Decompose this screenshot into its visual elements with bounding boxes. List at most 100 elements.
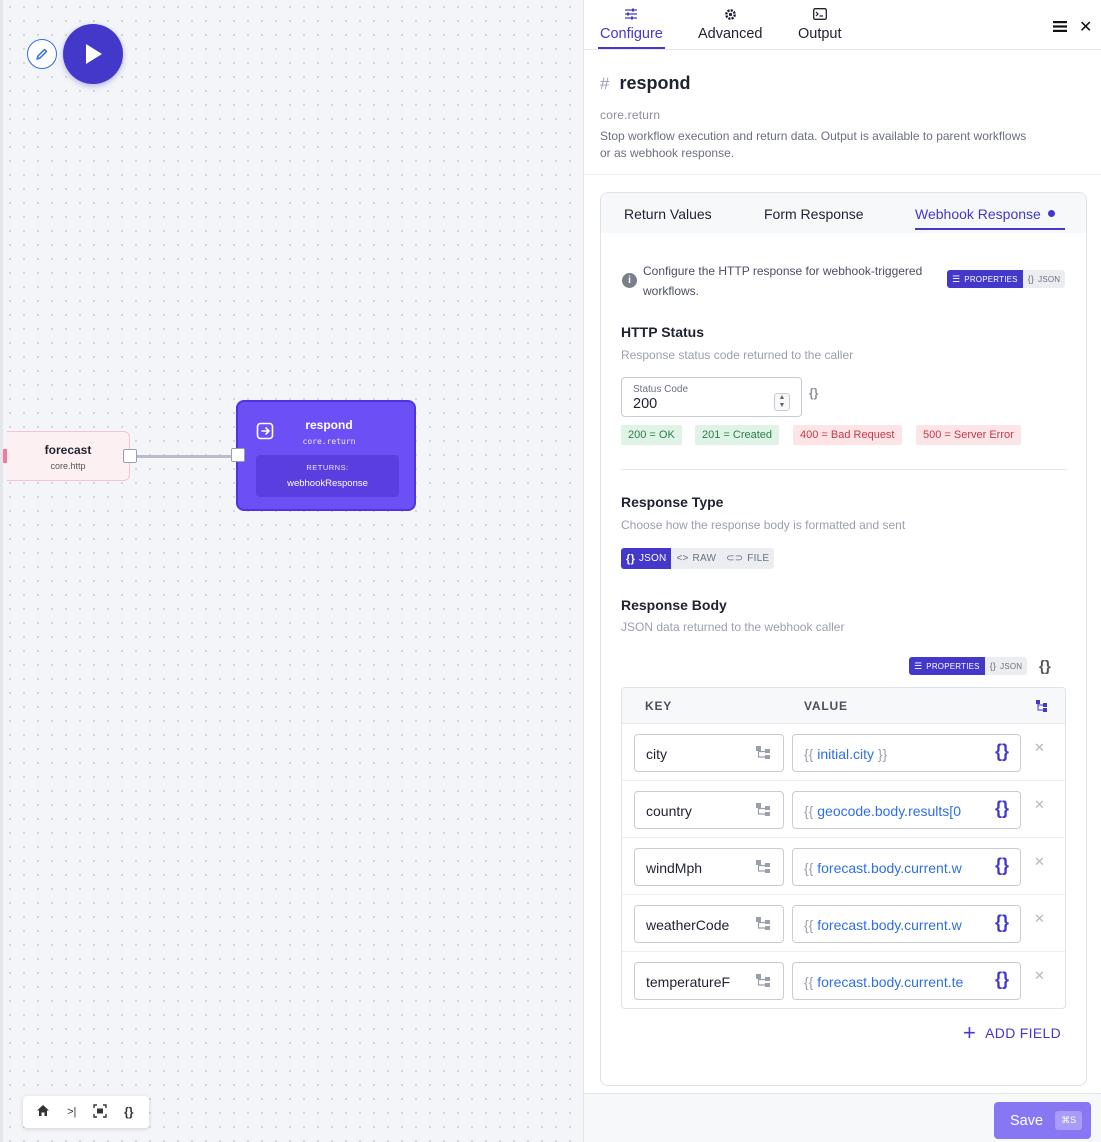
run-workflow-button[interactable]	[63, 24, 123, 84]
fit-view-icon[interactable]	[89, 1103, 111, 1121]
value-input[interactable]: {{ geocode.body.results[0 {}	[792, 791, 1021, 829]
code-icon[interactable]: {}	[118, 1105, 140, 1119]
remove-field-button[interactable]: ✕	[1034, 797, 1045, 813]
collapse-icon[interactable]: >|	[61, 1106, 83, 1118]
workflow-canvas[interactable]: forecast core.http respond core.return R…	[0, 0, 583, 1142]
remove-field-button[interactable]: ✕	[1034, 740, 1045, 756]
key-input[interactable]: country	[634, 791, 784, 829]
tree-icon[interactable]	[756, 917, 771, 930]
active-dot	[1047, 210, 1055, 217]
status-chip-500[interactable]: 500 = Server Error	[916, 425, 1021, 445]
returns-box: RETURNS: webhookResponse	[256, 455, 399, 497]
menu-icon[interactable]	[1053, 21, 1067, 32]
expression-toggle-icon[interactable]: {}	[809, 386, 818, 400]
braces-icon[interactable]: {}	[992, 855, 1009, 876]
code-icon: <>	[676, 553, 689, 564]
output-port[interactable]	[123, 449, 137, 463]
type-file-button[interactable]: ⊂⊃ FILE	[721, 548, 775, 569]
tree-icon[interactable]	[756, 746, 771, 759]
key-input[interactable]: weatherCode	[634, 905, 784, 943]
section-subtitle: Response status code returned to the cal…	[621, 348, 854, 362]
type-raw-button[interactable]: <> RAW	[671, 548, 722, 569]
returns-value: webhookResponse	[287, 478, 368, 489]
add-field-label: ADD FIELD	[985, 1025, 1061, 1041]
play-icon	[86, 44, 102, 64]
field-label: Status Code	[633, 384, 689, 395]
value-text: {{ initial.city }}	[804, 746, 888, 762]
save-button[interactable]: Save ⌘S	[994, 1102, 1091, 1139]
connection-edge[interactable]	[137, 455, 231, 458]
gear-icon	[698, 8, 763, 24]
tab-label: Configure	[600, 26, 663, 42]
node-type: core.return	[600, 108, 661, 122]
section-subtitle: Choose how the response body is formatte…	[621, 518, 906, 532]
key-input[interactable]: city	[634, 734, 784, 772]
remove-field-button[interactable]: ✕	[1034, 854, 1045, 870]
webhook-mode-toggle: ☰ PROPERTIES {} JSON	[947, 270, 1066, 288]
braces-icon[interactable]: {}	[992, 798, 1009, 819]
number-stepper[interactable]: ▲ ▼	[774, 393, 790, 411]
tree-icon[interactable]	[756, 803, 771, 816]
key-input[interactable]: windMph	[634, 848, 784, 886]
sliders-icon	[600, 8, 663, 24]
json-mode-button[interactable]: {} JSON	[1022, 270, 1066, 288]
value-input[interactable]: {{ forecast.body.current.w {}	[792, 905, 1021, 943]
status-chip-200[interactable]: 200 = OK	[621, 425, 682, 445]
pencil-icon	[36, 48, 48, 60]
info-text: Configure the HTTP response for webhook-…	[643, 264, 923, 298]
table-row: windMph {{ forecast.body.current.w {} ✕	[622, 838, 1065, 895]
option-label: RAW	[692, 553, 717, 564]
remove-field-button[interactable]: ✕	[1034, 911, 1045, 927]
response-tabs: Return Values Form Response Webhook Resp…	[601, 193, 1086, 233]
key-input[interactable]: temperatureF	[634, 962, 784, 1000]
properties-mode-button[interactable]: ☰ PROPERTIES	[947, 270, 1023, 288]
tab-form-response[interactable]: Form Response	[764, 206, 864, 222]
table-row: city {{ initial.city }} {} ✕	[622, 724, 1065, 781]
value-input[interactable]: {{ forecast.body.current.w {}	[792, 848, 1021, 886]
response-card: Return Values Form Response Webhook Resp…	[600, 192, 1087, 1086]
json-mode-button[interactable]: {} JSON	[984, 657, 1028, 675]
config-panel: Configure Advanced Output ✕ # respond co…	[583, 0, 1101, 1142]
mode-label: PROPERTIES	[964, 274, 1018, 284]
field-value: 200	[633, 396, 658, 412]
tab-configure[interactable]: Configure	[598, 8, 665, 49]
status-chip-400[interactable]: 400 = Bad Request	[793, 425, 902, 445]
tab-label: Webhook Response	[915, 206, 1041, 222]
properties-mode-button[interactable]: ☰ PROPERTIES	[909, 657, 985, 675]
option-label: FILE	[747, 553, 770, 564]
mode-label: JSON	[1000, 661, 1023, 671]
value-input[interactable]: {{ initial.city }} {}	[792, 734, 1021, 772]
tree-icon[interactable]	[756, 974, 771, 987]
plus-icon: +	[963, 1020, 977, 1045]
tree-icon[interactable]	[1036, 700, 1048, 712]
add-field-button[interactable]: + ADD FIELD	[963, 1020, 1061, 1045]
value-input[interactable]: {{ forecast.body.current.te {}	[792, 962, 1021, 1000]
braces-icon[interactable]: {}	[1039, 658, 1051, 675]
node-forecast[interactable]: forecast core.http	[7, 431, 130, 481]
type-json-button[interactable]: {} JSON	[621, 548, 672, 569]
braces-icon[interactable]: {}	[992, 741, 1009, 762]
node-respond[interactable]: respond core.return RETURNS: webhookResp…	[236, 400, 416, 511]
braces-icon[interactable]: {}	[992, 912, 1009, 933]
input-port[interactable]	[231, 448, 245, 462]
home-icon[interactable]	[32, 1104, 54, 1120]
remove-field-button[interactable]: ✕	[1034, 968, 1045, 984]
tab-advanced[interactable]: Advanced	[698, 8, 763, 42]
key-text: weatherCode	[646, 917, 730, 933]
panel-tabs: Configure Advanced Output ✕	[584, 0, 1101, 50]
edit-button[interactable]	[27, 39, 57, 69]
column-header-value: VALUE	[804, 699, 848, 713]
tab-webhook-response[interactable]: Webhook Response	[915, 206, 1065, 230]
close-icon[interactable]: ✕	[1079, 17, 1092, 37]
value-text: {{ forecast.body.current.w	[804, 860, 962, 876]
status-code-input[interactable]: Status Code 200 ▲ ▼	[621, 377, 802, 417]
status-chip-201[interactable]: 201 = Created	[695, 425, 780, 445]
shortcut-badge: ⌘S	[1055, 1111, 1083, 1130]
tab-output[interactable]: Output	[798, 8, 842, 42]
key-text: city	[646, 746, 667, 762]
braces-icon[interactable]: {}	[992, 969, 1009, 990]
option-label: JSON	[638, 553, 667, 564]
node-header: # respond	[600, 73, 690, 94]
tree-icon[interactable]	[756, 860, 771, 873]
tab-return-values[interactable]: Return Values	[624, 206, 712, 222]
